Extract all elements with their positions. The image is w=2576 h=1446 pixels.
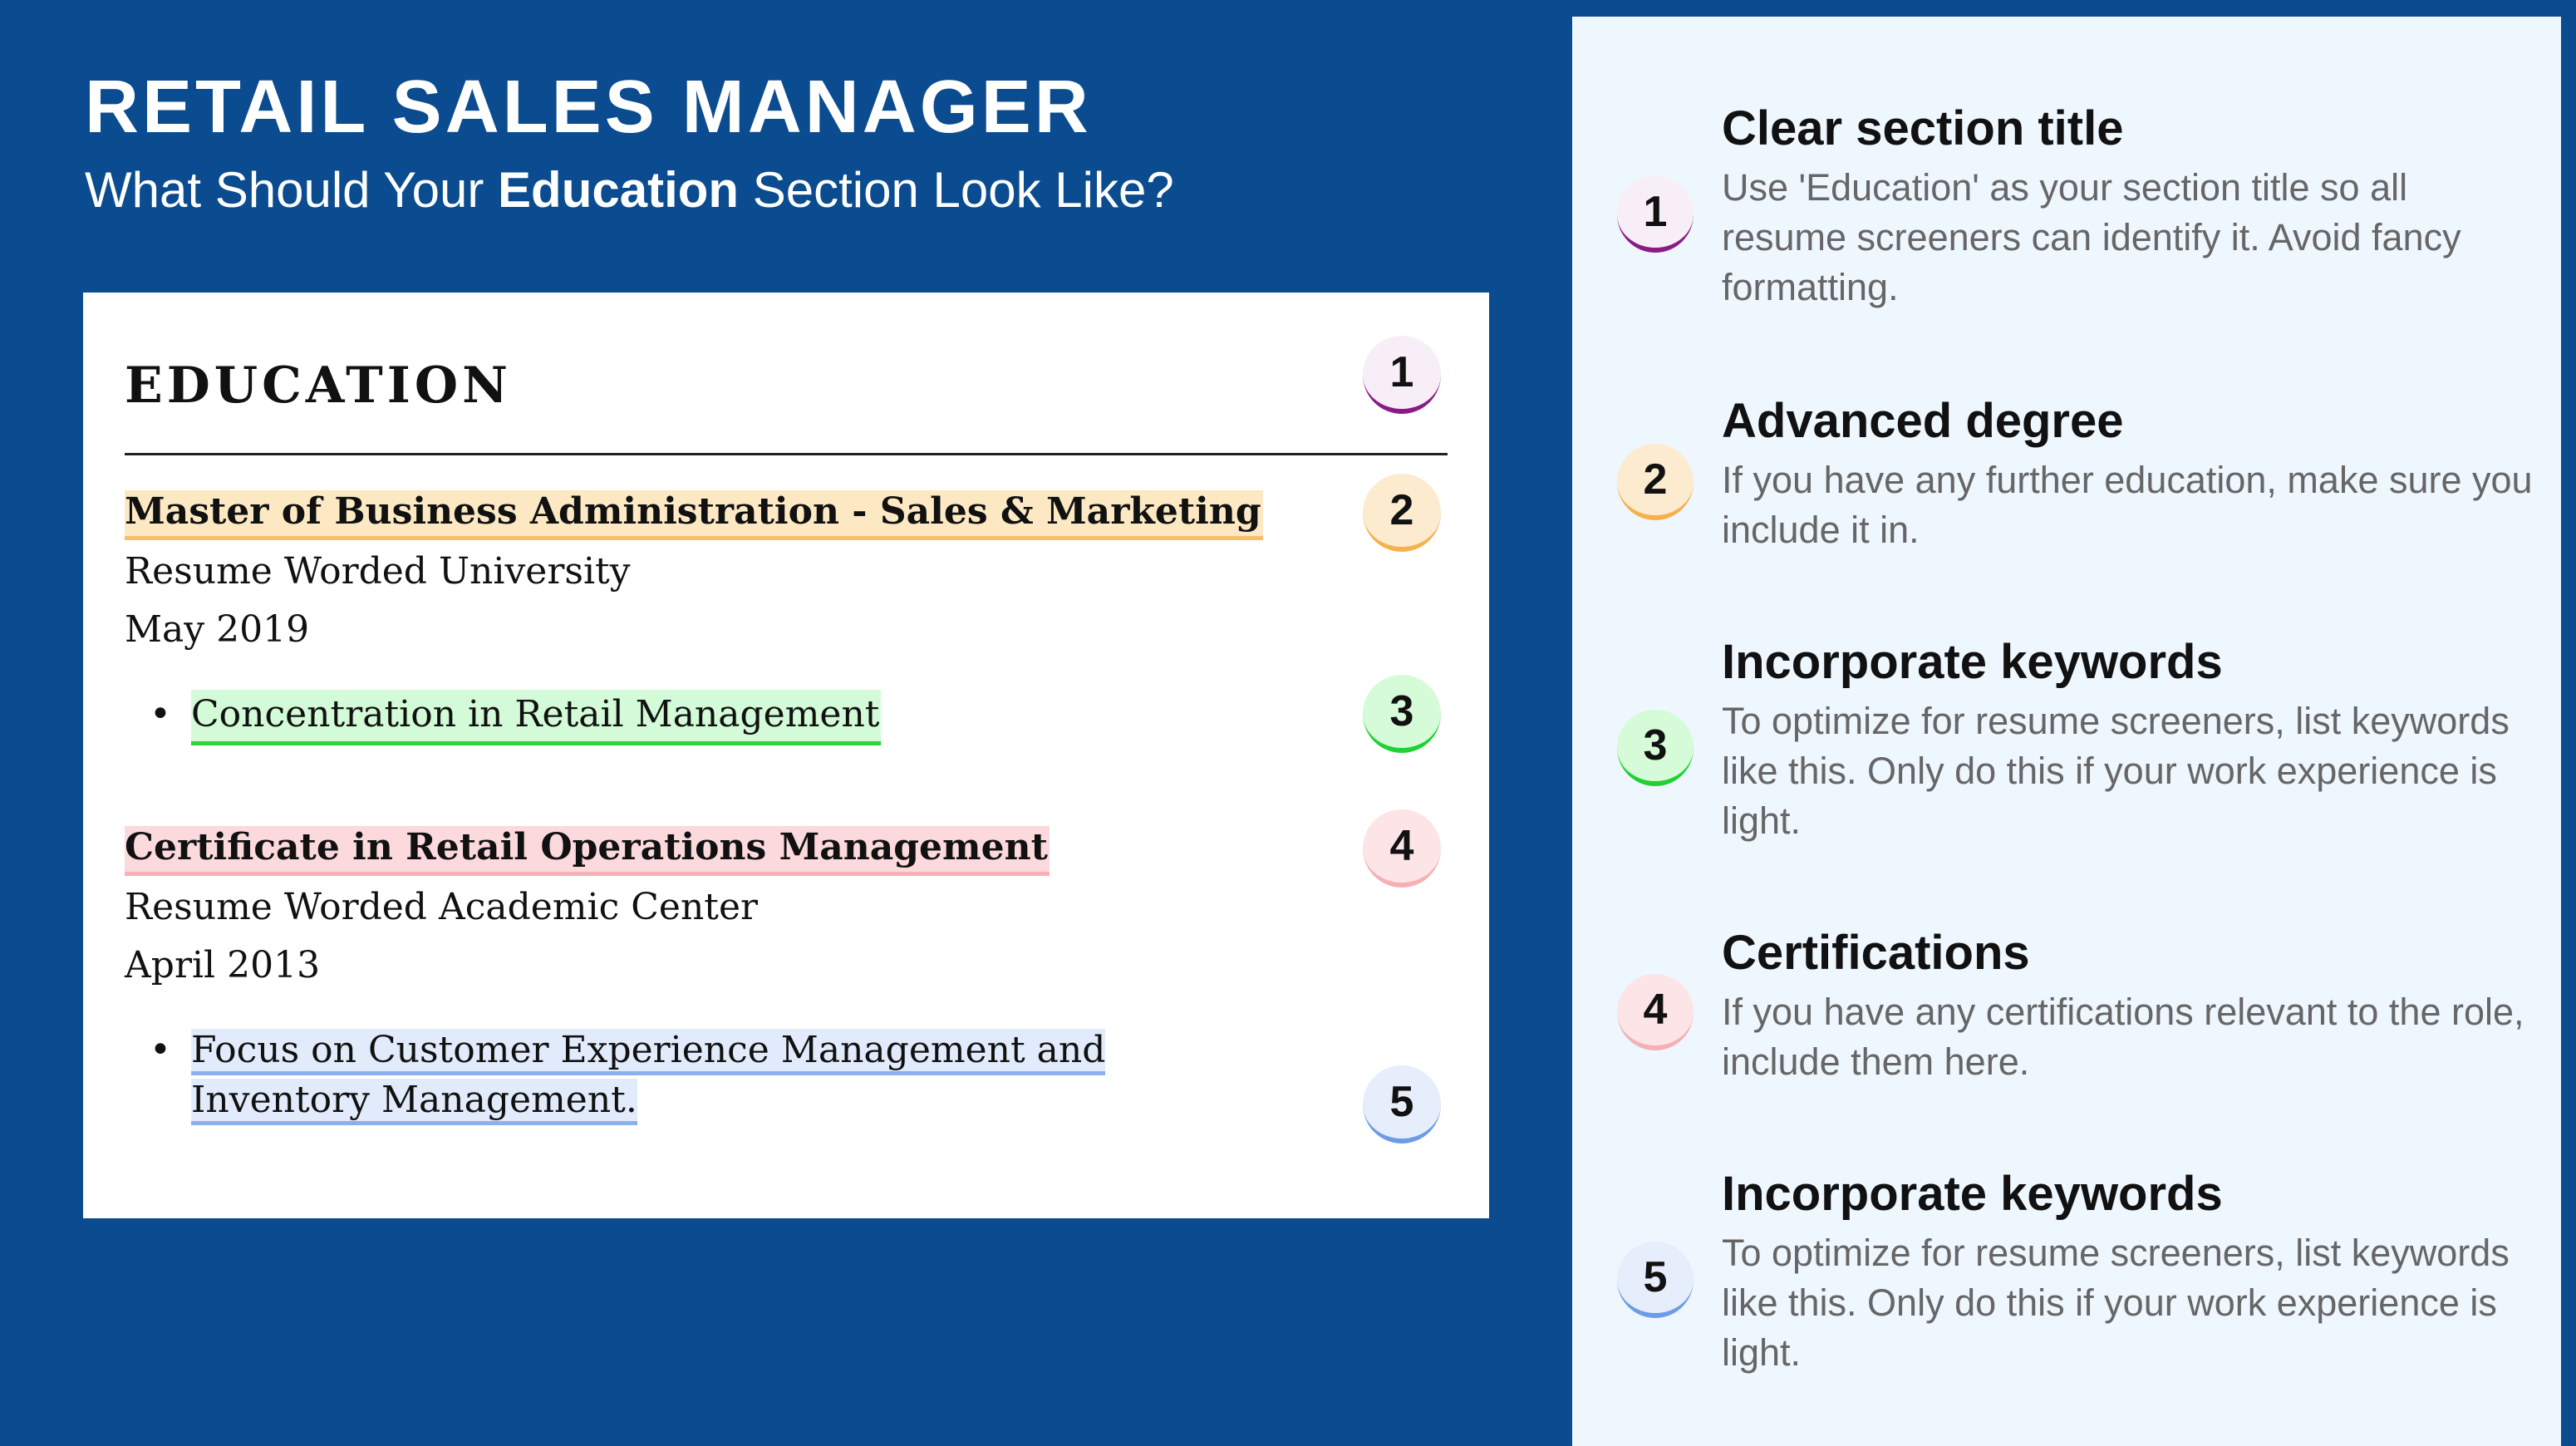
tip-3-badge: 3 <box>1617 710 1694 786</box>
keyword-highlight-1: Concentration in Retail Management <box>191 690 882 745</box>
institution-2: Resume Worded Academic Center <box>125 886 759 928</box>
tip-1-badge: 1 <box>1617 176 1694 253</box>
page-title: RETAIL SALES MANAGER <box>85 66 1092 149</box>
subtitle-prefix: What Should Your <box>85 162 499 218</box>
keyword-highlight-2: Focus on Customer Experience Management … <box>191 1029 1106 1125</box>
tip-5-title: Incorporate keywords <box>1722 1167 2223 1221</box>
tip-4-badge: 4 <box>1617 974 1694 1050</box>
bullet-text-1: Concentration in Retail Management <box>191 690 882 745</box>
section-divider <box>125 453 1448 455</box>
badge-4: 4 <box>1363 809 1441 888</box>
tip-3-description: To optimize for resume screeners, list k… <box>1722 700 2510 842</box>
tip-2-description: If you have any further education, make … <box>1722 459 2533 551</box>
tip-5-badge: 5 <box>1617 1242 1694 1318</box>
tips-panel: 1 Clear section title Use 'Education' as… <box>1572 17 2561 1446</box>
degree-1: Master of Business Administration - Sale… <box>125 490 1263 540</box>
tip-4-description: If you have any certifications relevant … <box>1722 991 2524 1083</box>
left-panel: RETAIL SALES MANAGER What Should Your Ed… <box>0 0 1571 1446</box>
subtitle-emphasis: Education <box>498 162 740 218</box>
tip-3-title: Incorporate keywords <box>1722 635 2223 689</box>
tip-1-description: Use 'Education' as your section title so… <box>1722 166 2461 308</box>
tip-1-title: Clear section title <box>1722 101 2124 155</box>
tip-2-title: Advanced degree <box>1722 394 2124 448</box>
page-subtitle: What Should Your Education Section Look … <box>85 163 1174 218</box>
bullet-text-2: Focus on Customer Experience Management … <box>191 1025 1271 1125</box>
institution-1: Resume Worded University <box>125 550 631 593</box>
resume-education-card: EDUCATION 1 Master of Business Administr… <box>83 293 1489 1218</box>
education-heading: EDUCATION <box>125 357 512 415</box>
badge-1: 1 <box>1363 336 1441 414</box>
badge-3: 3 <box>1363 675 1441 753</box>
degree-2: Certificate in Retail Operations Managem… <box>125 826 1050 876</box>
subtitle-suffix: Section Look Like? <box>739 162 1174 218</box>
degree-2-highlight: Certificate in Retail Operations Managem… <box>125 826 1050 876</box>
tip-5-description: To optimize for resume screeners, list k… <box>1722 1232 2510 1374</box>
badge-5: 5 <box>1363 1065 1441 1144</box>
bullet-dot: • <box>150 1029 171 1071</box>
tip-2-badge: 2 <box>1617 444 1694 520</box>
date-1: May 2019 <box>125 608 310 651</box>
tip-4-title: Certifications <box>1722 926 2030 980</box>
degree-1-highlight: Master of Business Administration - Sale… <box>125 490 1263 540</box>
date-2: April 2013 <box>125 944 321 986</box>
bullet-dot: • <box>150 693 171 735</box>
badge-2: 2 <box>1363 474 1441 552</box>
